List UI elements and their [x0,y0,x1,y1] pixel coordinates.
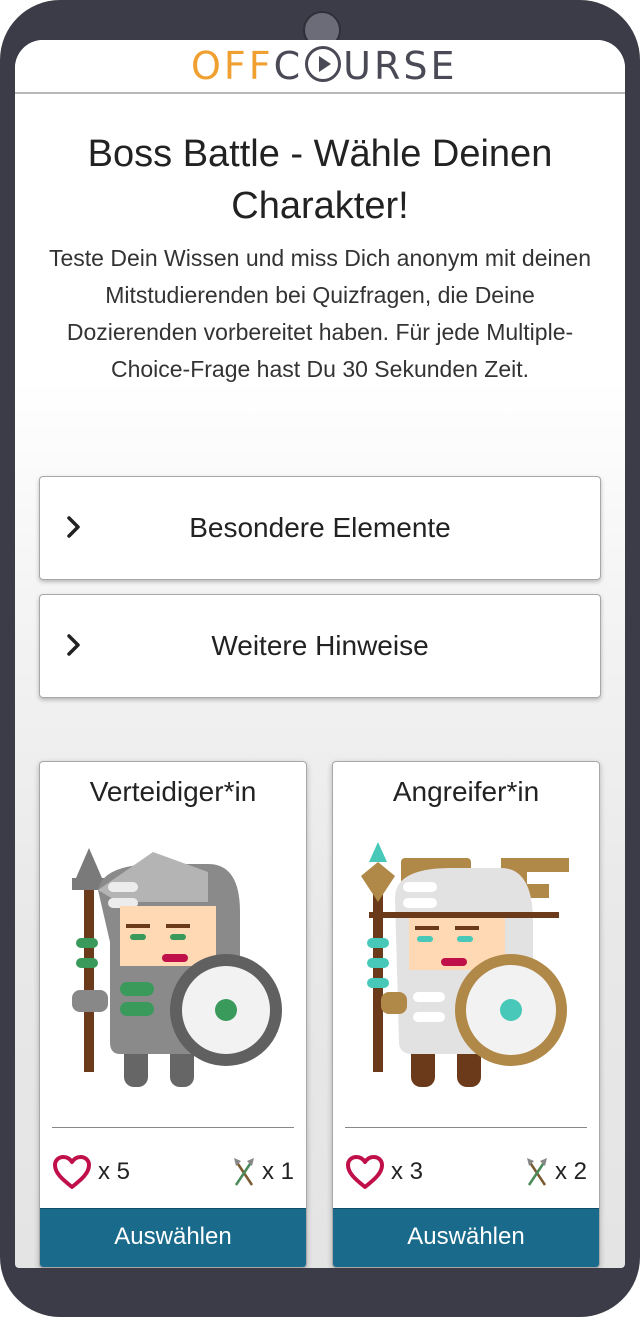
select-attacker-button[interactable]: Auswählen [333,1208,599,1267]
character-card-attacker[interactable]: Angreifer*in x 3 x 2 Auswählen [332,761,600,1268]
hearts-count: x 3 [391,1158,424,1185]
crossed-spears-icon [233,1158,254,1186]
attack-stat: x 1 [232,1152,294,1192]
page-description: Teste Dein Wissen und miss Dich anonym m… [48,245,591,382]
crossed-spears-icon [526,1158,547,1186]
heart-icon [346,1155,384,1189]
phone-frame: OFFC URSE Boss Battle - Wähle Deinen Char… [0,0,640,1317]
accordion-label: Besondere Elemente [189,512,451,543]
attacker-character-image [361,842,569,1087]
divider [345,1127,587,1128]
accordion-label: Weitere Hinweise [211,630,429,661]
character-card-defender[interactable]: Verteidiger*in x 5 x 1 Auswählen [39,761,307,1268]
hearts-stat: x 5 [52,1152,130,1192]
attack-count: x 2 [554,1158,587,1185]
play-icon [305,46,342,82]
app-screen: OFFC URSE Boss Battle - Wähle Deinen Char… [15,40,625,1268]
accordion-further-notes[interactable]: Weitere Hinweise [39,594,601,698]
logo-c: C [273,44,304,88]
page-title: Boss Battle - Wähle Deinen Charakter! [87,133,553,227]
hearts-stat: x 3 [345,1152,423,1192]
attack-stat: x 2 [525,1152,587,1192]
hearts-count: x 5 [98,1158,131,1185]
attack-count: x 1 [261,1158,294,1185]
accordion-special-elements[interactable]: Besondere Elemente [39,476,601,580]
logo-off: OFF [191,44,274,88]
logo-urse: URSE [343,44,458,88]
defender-character-image [72,848,282,1087]
offcourse-logo[interactable]: OFFC URSE [191,44,455,88]
select-defender-button[interactable]: Auswählen [40,1208,306,1267]
heart-icon [53,1155,91,1189]
character-name: Verteidiger*in [89,776,257,807]
divider [52,1127,294,1128]
app-header: OFFC URSE [15,40,625,94]
character-name: Angreifer*in [392,776,540,807]
